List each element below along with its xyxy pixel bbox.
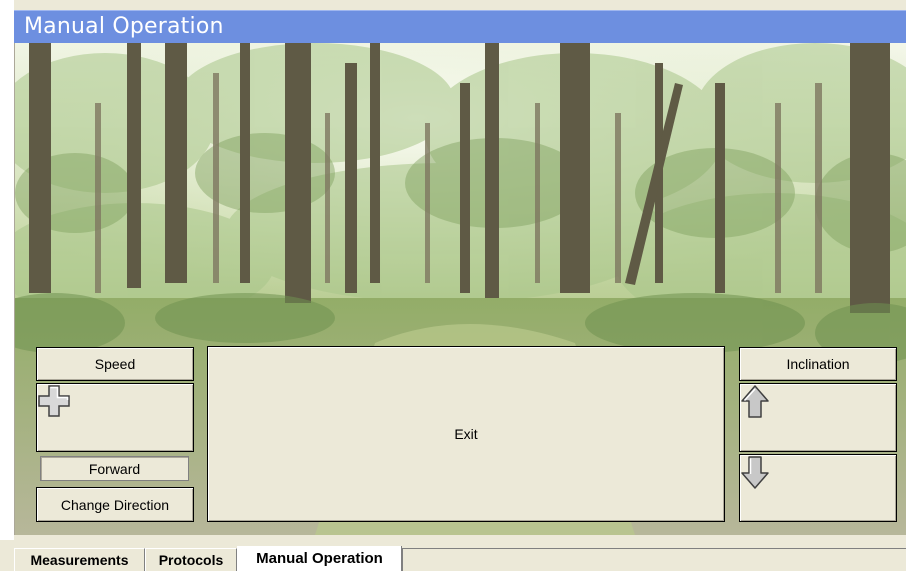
tab-measurements[interactable]: Measurements — [14, 548, 145, 571]
tab-strip: Measurements Protocols Manual Operation — [0, 540, 906, 571]
tab-protocols-label: Protocols — [158, 552, 224, 568]
tab-manual-operation[interactable]: Manual Operation — [237, 546, 402, 571]
inclination-label: Inclination — [786, 356, 850, 372]
speed-button[interactable]: Speed — [36, 347, 194, 381]
direction-status-text: Forward — [88, 460, 141, 477]
tab-protocols[interactable]: Protocols — [145, 548, 237, 571]
window-left-frame — [0, 0, 14, 540]
forest-background-image: Speed Forward Change Direction Exit Incl… — [14, 43, 906, 535]
inclination-button[interactable]: Inclination — [739, 347, 897, 381]
tab-measurements-label: Measurements — [30, 552, 129, 568]
manual-operation-window: Manual Operation Speed Forward Change Di… — [0, 0, 906, 571]
change-direction-button[interactable]: Change Direction — [36, 487, 194, 522]
window-title: Manual Operation — [24, 14, 224, 39]
tab-strip-empty-area — [402, 548, 906, 571]
tab-manual-operation-label: Manual Operation — [256, 550, 383, 567]
exit-button[interactable]: Exit — [207, 346, 725, 522]
change-direction-label: Change Direction — [60, 496, 170, 513]
speed-label: Speed — [94, 356, 136, 372]
inclination-down-button[interactable] — [739, 454, 897, 522]
direction-status: Forward — [40, 456, 189, 481]
exit-label: Exit — [454, 426, 478, 442]
speed-increase-button[interactable] — [36, 383, 194, 452]
title-bar: Manual Operation — [14, 10, 906, 43]
inclination-up-button[interactable] — [739, 383, 897, 452]
